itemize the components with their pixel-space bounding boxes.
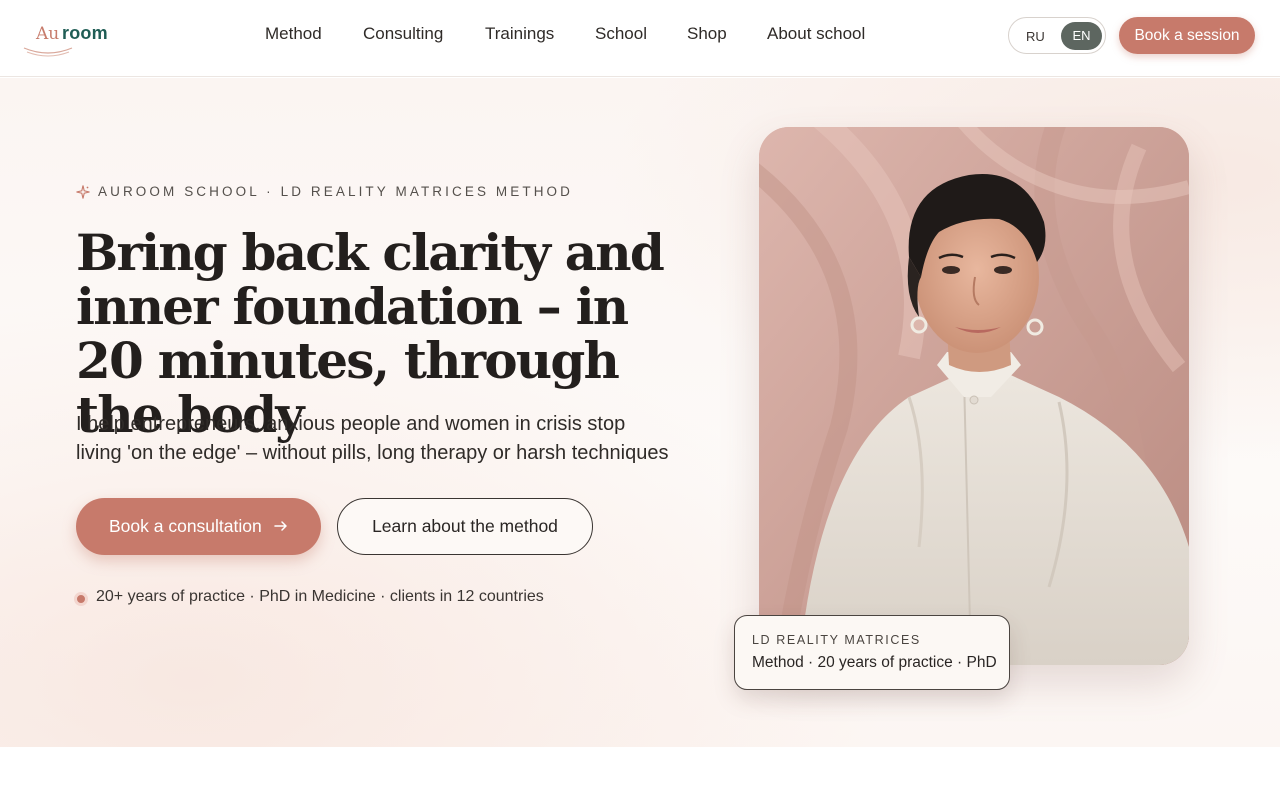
portrait-photo: [759, 127, 1189, 665]
lang-en-option[interactable]: EN: [1061, 22, 1102, 50]
nav-item-school[interactable]: School: [595, 24, 647, 44]
language-toggle[interactable]: RU EN: [1008, 17, 1106, 54]
logo-au-text: Au: [36, 24, 60, 44]
site-header: Au room Method Consulting Trainings Scho…: [0, 0, 1280, 77]
learn-method-button[interactable]: Learn about the method: [337, 498, 593, 555]
stats-text: 20+ years of practice · PhD in Medicine …: [96, 588, 544, 605]
arrow-right-icon: [274, 521, 287, 531]
lang-ru-option[interactable]: RU: [1026, 29, 1045, 44]
hero-section: AUROOM SCHOOL · LD REALITY MATRICES METH…: [0, 78, 1280, 747]
hero-subtext: I help entrepreneurs, anxious people and…: [76, 413, 669, 464]
nav-item-method[interactable]: Method: [265, 24, 322, 44]
book-consultation-button[interactable]: Book a consultation: [76, 498, 321, 555]
book-consultation-label: Book a consultation: [109, 516, 262, 536]
portrait-illustration: [759, 127, 1189, 665]
nav-item-consulting[interactable]: Consulting: [363, 24, 443, 44]
nav-item-trainings[interactable]: Trainings: [485, 24, 554, 44]
eyebrow-text: AUROOM SCHOOL · LD REALITY MATRICES METH…: [98, 184, 573, 199]
sparkle-icon: [76, 185, 90, 199]
caption-text: Method · 20 years of practice · PhD: [752, 654, 997, 671]
logo[interactable]: Au room: [22, 20, 118, 60]
caption-eyebrow: LD REALITY MATRICES: [752, 633, 921, 647]
method-caption-card: LD REALITY MATRICES Method · 20 years of…: [734, 615, 1010, 690]
logo-room-text: room: [62, 23, 108, 43]
logo-arc-icon: [23, 47, 73, 57]
status-dot-icon: [74, 592, 88, 606]
nav-item-about-school[interactable]: About school: [767, 24, 865, 44]
nav-item-shop[interactable]: Shop: [687, 24, 727, 44]
book-session-button[interactable]: Book a session: [1119, 17, 1255, 54]
